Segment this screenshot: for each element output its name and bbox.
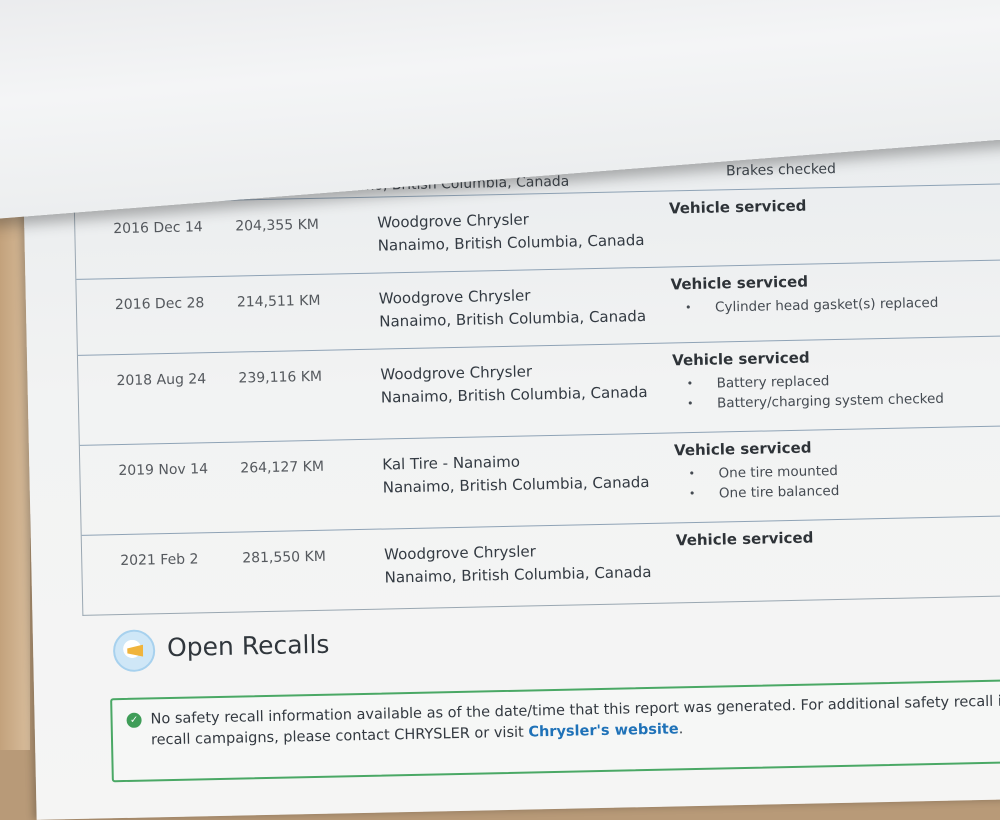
history-source: Woodgrove Chrysler Nanaimo, British Colum… — [379, 282, 660, 334]
history-date: 2018 Aug 24 — [116, 371, 207, 390]
partial-row-item: Brakes checked — [725, 161, 837, 180]
history-source: Woodgrove Chrysler Nanaimo, British Colum… — [380, 358, 661, 410]
history-source: Woodgrove Chrysler Nanaimo, British Colum… — [384, 538, 665, 590]
history-details: Vehicle servicedOne tire mountedOne tire… — [674, 435, 1000, 505]
recall-notice-period: . — [678, 721, 684, 738]
history-date: 2019 Nov 14 — [118, 461, 209, 480]
service-history-table: 2016 Dec 14 204,355 KM Woodgrove Chrysler N… — [73, 182, 1000, 616]
history-details: Vehicle servicedCylinder head gasket(s) … — [670, 269, 1000, 319]
open-recalls-header: Open Recalls — [112, 618, 514, 676]
report-page: 2016 Dec 14 204,355 KM Woodgrove Chrysler N… — [22, 98, 1000, 820]
check-circle-icon: ✓ — [126, 712, 142, 728]
history-source-location: Nanaimo, British Columbia, Canada — [382, 472, 650, 497]
recall-notice-box: ✓ No safety recall information available… — [110, 678, 1000, 783]
history-source-location: Nanaimo, British Columbia, Canada — [380, 382, 648, 407]
history-odometer: 264,127 KM — [240, 458, 325, 477]
history-details: Vehicle serviced — [669, 193, 999, 223]
history-source: Woodgrove Chrysler Nanaimo, British Colum… — [377, 206, 658, 258]
history-detail-title: Vehicle serviced — [673, 438, 812, 460]
open-recalls-heading: Open Recalls — [166, 629, 330, 663]
history-detail-title: Vehicle serviced — [675, 528, 814, 550]
history-odometer: 239,116 KM — [238, 368, 323, 387]
history-date: 2016 Dec 28 — [114, 295, 205, 314]
history-source-location: Nanaimo, British Columbia, Canada — [379, 306, 647, 331]
history-date: 2016 Dec 14 — [113, 219, 203, 238]
history-odometer: 214,511 KM — [236, 292, 321, 311]
history-details: Vehicle serviced — [676, 524, 1000, 554]
recall-notice-line-1: No safety recall information available a… — [150, 692, 1000, 728]
history-detail-title: Vehicle serviced — [670, 272, 809, 294]
history-odometer: 204,355 KM — [235, 216, 320, 235]
history-source: Kal Tire - Nanaimo Nanaimo, British Colum… — [382, 448, 663, 500]
megaphone-icon — [112, 629, 156, 673]
history-date: 2021 Feb 2 — [120, 551, 199, 570]
history-source-location: Nanaimo, British Columbia, Canada — [384, 562, 652, 587]
history-details: Vehicle servicedBattery replacedBattery/… — [672, 345, 1000, 415]
history-source-location: Nanaimo, British Columbia, Canada — [377, 230, 645, 255]
recall-notice-line-2: recall campaigns, please contact CHRYSLE… — [150, 724, 529, 749]
history-detail-title: Vehicle serviced — [671, 348, 810, 370]
recall-notice-text: No safety recall information available a… — [150, 691, 1000, 751]
history-detail-item: Cylinder head gasket(s) replaced — [671, 292, 1000, 319]
history-odometer: 281,550 KM — [242, 548, 326, 567]
history-detail-title: Vehicle serviced — [668, 196, 807, 218]
chrysler-website-link[interactable]: Chrysler's website — [528, 721, 679, 740]
